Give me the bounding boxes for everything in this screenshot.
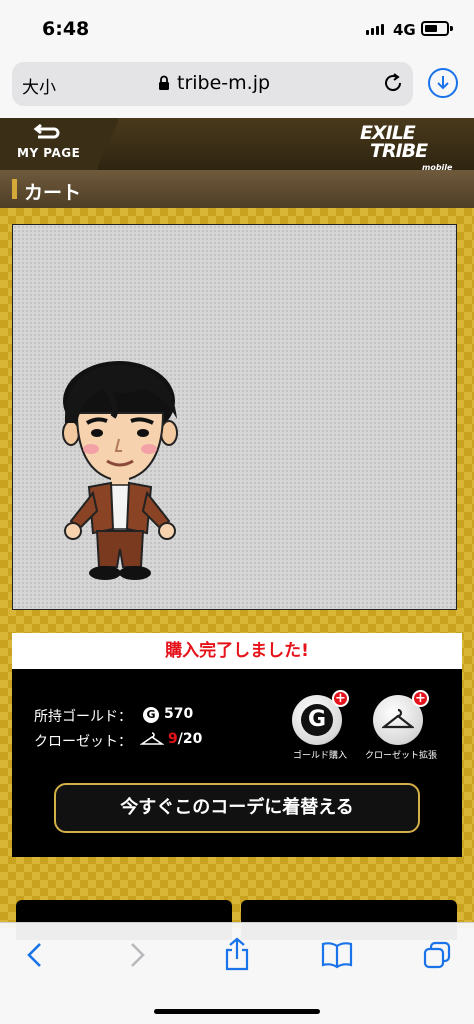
site-header: MY PAGE EXILE TRIBE mobile <box>0 118 474 173</box>
lock-icon <box>159 75 169 90</box>
page-title: カート <box>24 182 82 204</box>
closet-used: 9 <box>168 731 178 747</box>
address-bar[interactable]: 大小 tribe-m.jp <box>12 62 413 106</box>
text-size-label: 大小 <box>22 78 56 98</box>
header-divider <box>98 118 118 170</box>
browser-address-area: 大小 tribe-m.jp <box>0 56 474 118</box>
download-icon[interactable] <box>428 68 458 98</box>
plus-badge-icon: + <box>332 690 349 707</box>
reload-icon[interactable] <box>382 72 404 94</box>
cart-info-panel: 所持ゴールド： G 570 クローゼット： 9/20 G + ゴールド購入 + … <box>12 669 462 857</box>
title-accent <box>12 179 17 199</box>
network-type: 4G <box>393 21 416 39</box>
gold-coin-icon: G <box>143 707 159 723</box>
hanger-icon <box>140 732 164 745</box>
share-icon[interactable] <box>224 937 250 971</box>
gold-g-icon: G <box>301 704 333 736</box>
status-bar: 6:48 4G <box>0 0 474 56</box>
mypage-label: MY PAGE <box>17 146 81 160</box>
battery-icon <box>421 21 449 36</box>
gold-value: 570 <box>164 706 194 722</box>
home-indicator <box>154 1009 320 1014</box>
forward-icon[interactable] <box>128 941 146 969</box>
closet-expand-label: クローゼット拡張 <box>365 751 438 761</box>
hanger-icon <box>382 708 414 729</box>
gold-label: 所持ゴールド： <box>34 709 132 725</box>
back-icon[interactable] <box>26 941 44 969</box>
closet-total: /20 <box>177 731 203 747</box>
mypage-button[interactable]: MY PAGE <box>0 118 98 170</box>
signal-icon <box>366 24 384 35</box>
mypage-back-icon <box>33 124 60 139</box>
avatar <box>62 361 178 580</box>
exile-tribe-logo[interactable]: EXILE TRIBE mobile <box>360 124 452 173</box>
battery-tip <box>450 26 453 31</box>
page-title-bar: カート <box>0 170 474 208</box>
plus-badge-icon: + <box>412 690 429 707</box>
logo-line2: TRIBE <box>370 140 428 162</box>
text-size-button[interactable]: 大小 <box>22 73 56 98</box>
bookmarks-icon[interactable] <box>321 941 353 969</box>
purchase-complete-banner: 購入完了しました! <box>12 633 462 669</box>
status-time: 6:48 <box>42 18 90 40</box>
url-text[interactable]: tribe-m.jp <box>177 72 270 94</box>
closet-count: 9/20 <box>168 731 202 747</box>
gold-buy-label: ゴールド購入 <box>293 751 348 761</box>
purchase-complete-message: 購入完了しました! <box>165 641 309 661</box>
avatar-stage <box>12 224 457 610</box>
change-outfit-button[interactable]: 今すぐこのコーデに着替える <box>54 783 420 833</box>
tabs-icon[interactable] <box>423 941 451 969</box>
closet-label: クローゼット： <box>34 734 132 750</box>
change-outfit-label: 今すぐこのコーデに着替える <box>120 797 354 818</box>
